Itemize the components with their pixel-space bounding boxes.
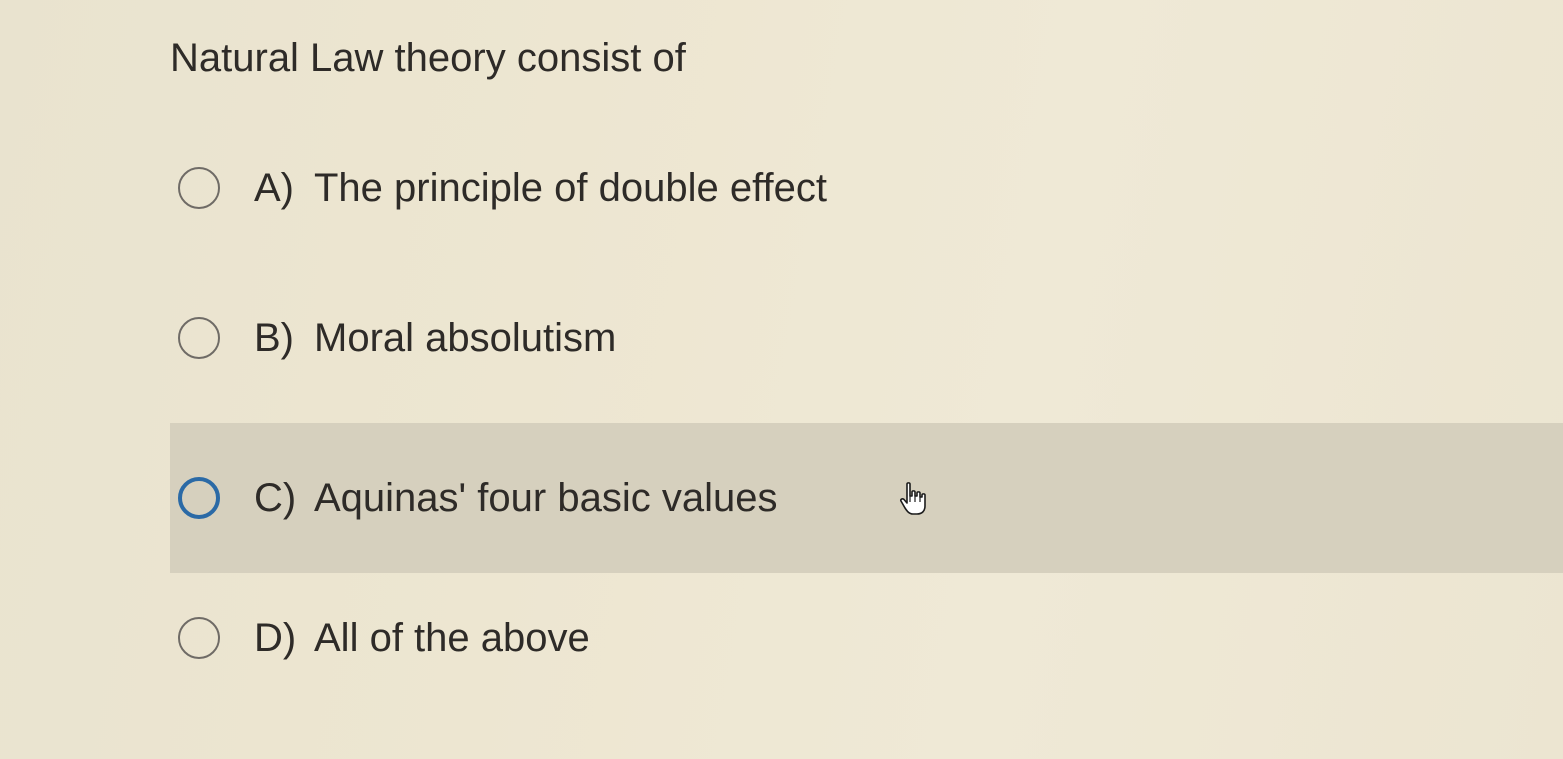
option-c[interactable]: C) Aquinas' four basic values: [170, 423, 1563, 573]
option-d-label: All of the above: [314, 616, 590, 660]
radio-button-c[interactable]: [178, 477, 220, 519]
option-d[interactable]: D) All of the above: [170, 563, 1563, 713]
option-d-text: D) All of the above: [254, 612, 590, 664]
radio-button-a[interactable]: [178, 167, 220, 209]
question-text: Natural Law theory consist of: [170, 36, 686, 80]
radio-button-b[interactable]: [178, 317, 220, 359]
option-d-letter: D): [254, 616, 297, 660]
option-a-letter: A): [254, 166, 294, 210]
option-a-label: The principle of double effect: [314, 166, 827, 210]
option-a[interactable]: A) The principle of double effect: [170, 113, 1563, 263]
hand-pointer-icon: [899, 482, 926, 515]
option-a-text: A) The principle of double effect: [254, 162, 827, 214]
radio-button-d[interactable]: [178, 617, 220, 659]
option-c-letter: C): [254, 476, 297, 520]
option-c-label: Aquinas' four basic values: [314, 476, 778, 520]
option-b[interactable]: B) Moral absolutism: [170, 263, 1563, 413]
option-b-text: B) Moral absolutism: [254, 312, 616, 364]
option-b-letter: B): [254, 316, 294, 360]
option-b-label: Moral absolutism: [314, 316, 617, 360]
option-c-text: C) Aquinas' four basic values: [254, 472, 777, 524]
